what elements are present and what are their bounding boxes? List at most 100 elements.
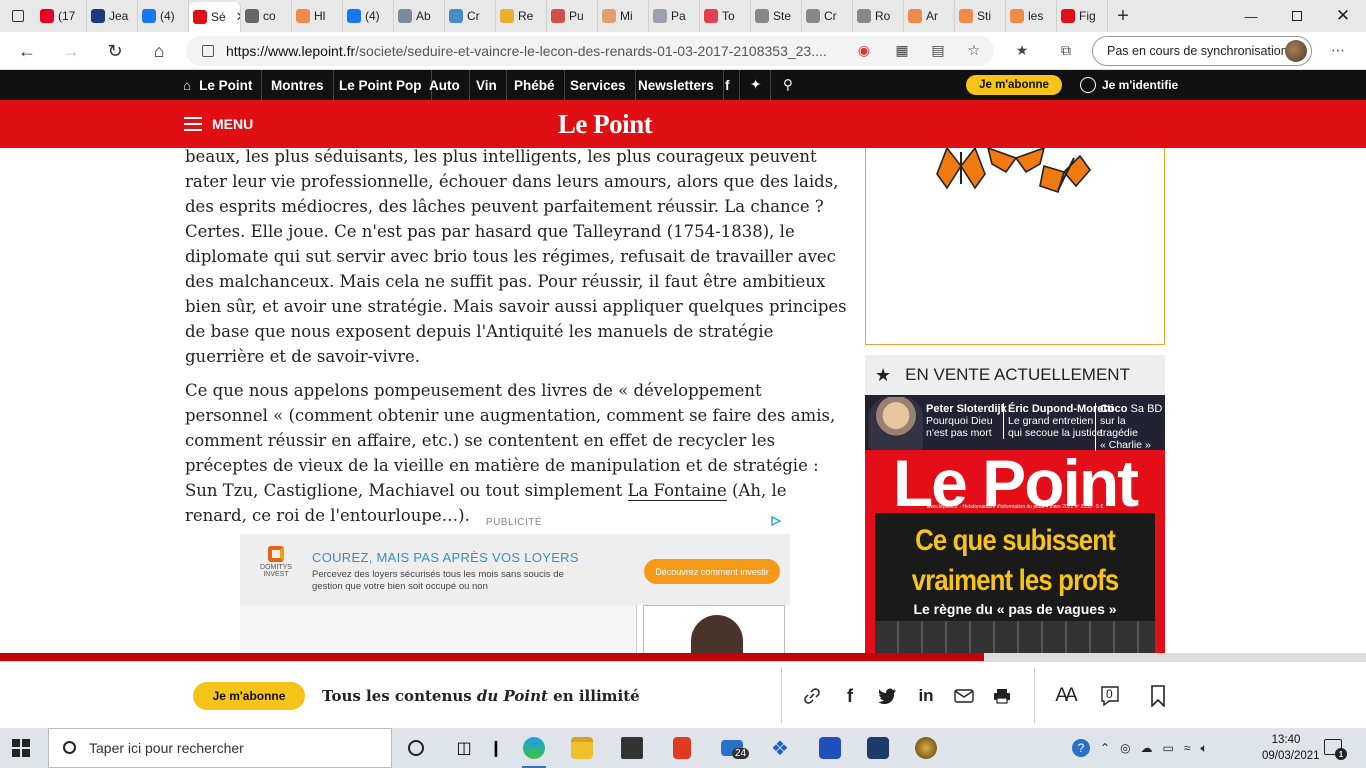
windows-start-icon[interactable] [12, 739, 30, 757]
taskbar-search-field[interactable]: Taper ici pour rechercher [48, 728, 392, 768]
nav-item-newsletters[interactable]: Newsletters [629, 70, 724, 100]
nav-item-vin[interactable]: Vin [467, 70, 507, 100]
onedrive-icon[interactable]: ☁ [1141, 741, 1153, 755]
wifi-icon[interactable]: ≈ [1184, 741, 1191, 755]
favorites-icon[interactable]: ★ [1012, 40, 1032, 60]
browser-tab[interactable]: Ste [751, 0, 802, 32]
sync-profile-button[interactable]: Pas en cours de synchronisation [1092, 36, 1312, 66]
nav-item-phebe[interactable]: Phébé [505, 70, 565, 100]
nav-item-auto[interactable]: Auto [420, 70, 470, 100]
tracking-prevention-icon[interactable]: ◉ [854, 40, 874, 60]
browser-tab[interactable]: (17 [36, 0, 87, 32]
nav-item-le-point-pop[interactable]: Le Point Pop [330, 70, 432, 100]
browser-tab[interactable]: (4) [138, 0, 189, 32]
add-favorite-icon[interactable]: ☆ [964, 40, 984, 60]
reader-view-icon[interactable]: ▤ [928, 40, 948, 60]
adchoices-icon[interactable] [771, 516, 781, 526]
maximize-button[interactable] [1274, 0, 1320, 32]
visual-studio-icon[interactable] [864, 734, 892, 762]
font-size-icon[interactable]: AA [1053, 684, 1077, 708]
battery-icon[interactable]: ▭ [1163, 741, 1174, 755]
email-share-icon[interactable] [952, 684, 976, 708]
print-icon[interactable] [990, 684, 1014, 708]
app-icon[interactable] [816, 734, 844, 762]
volume-icon[interactable]: 🔈︎ [1200, 741, 1207, 756]
minimize-button[interactable]: — [1228, 0, 1274, 32]
bookmark-icon[interactable] [1146, 684, 1170, 708]
browser-tab[interactable]: Sti [955, 0, 1006, 32]
tray-expand-icon[interactable]: ⌃ [1100, 741, 1110, 755]
twitter-icon[interactable]: ✦ [741, 70, 772, 100]
browser-tab[interactable]: To [700, 0, 751, 32]
tab-label: Re [518, 9, 534, 23]
browser-tab[interactable]: Hl [292, 0, 343, 32]
edge-taskbar-icon[interactable] [520, 734, 548, 768]
pen-icon[interactable]: ❙ [482, 734, 510, 762]
browser-tab[interactable]: Ro [853, 0, 904, 32]
cover-lockers-photo [875, 621, 1155, 653]
login-link[interactable]: Je m'identifie [1080, 70, 1178, 100]
close-window-button[interactable]: ✕ [1320, 0, 1366, 32]
nav-item-services[interactable]: Services [561, 70, 636, 100]
browser-tab[interactable]: Sé✕ [189, 2, 241, 32]
forward-button[interactable]: → [58, 38, 84, 64]
la-fontaine-link[interactable]: La Fontaine [627, 481, 727, 501]
nav-item-le-point[interactable]: ⌂ Le Point [174, 70, 263, 100]
wow-icon[interactable] [912, 734, 940, 762]
cortana-icon[interactable] [402, 734, 430, 762]
twitter-share-icon[interactable] [876, 684, 900, 708]
linkedin-share-icon[interactable]: in [914, 684, 938, 708]
reload-button[interactable]: ↻ [102, 38, 128, 64]
browser-tab[interactable]: Ab [394, 0, 445, 32]
back-button[interactable]: ← [14, 38, 40, 64]
settings-more-icon[interactable]: ⋯ [1328, 40, 1348, 60]
subscription-tagline: Tous les contenus du Point en illimité [322, 687, 640, 705]
mail-icon[interactable]: 24 [718, 734, 750, 762]
magazine-cover[interactable]: Peter Sloterdijk Pourquoi Dieu n'est pas m… [865, 395, 1165, 653]
notifications-icon[interactable]: 1 [1324, 739, 1347, 760]
sidebar-ad[interactable] [865, 148, 1165, 345]
browser-tab[interactable]: Cr [445, 0, 496, 32]
browser-tab[interactable]: les [1006, 0, 1057, 32]
site-logo[interactable]: Le Point [0, 100, 1210, 148]
hamburger-icon [184, 117, 202, 131]
browser-tab[interactable]: Pa [649, 0, 700, 32]
browser-tab[interactable]: Ar [904, 0, 955, 32]
browser-tab[interactable]: Jea [87, 0, 138, 32]
facebook-icon[interactable]: f [716, 70, 740, 100]
task-view-icon[interactable]: ◫ [450, 734, 478, 762]
facebook-share-icon[interactable]: f [838, 684, 862, 708]
browser-tab[interactable]: Pu [547, 0, 598, 32]
browser-tab[interactable]: Fig [1057, 0, 1108, 32]
app-available-icon[interactable]: ▦ [892, 40, 912, 60]
file-explorer-icon[interactable] [568, 734, 596, 762]
cover-teasers: Peter Sloterdijk Pourquoi Dieu n'est pas m… [865, 395, 1165, 451]
address-bar-row: ← → ↻ ⌂ https://www.lepoint.fr/societe/s… [0, 32, 1366, 70]
browser-tab[interactable]: co [241, 0, 292, 32]
meet-icon[interactable]: ◎ [1120, 741, 1130, 755]
tab-label: Ar [926, 9, 938, 23]
browser-tab[interactable]: Re [496, 0, 547, 32]
browser-tab[interactable]: Cr [802, 0, 853, 32]
dropbox-icon[interactable]: ❖ [766, 734, 794, 762]
browser-tab[interactable]: (4) [343, 0, 394, 32]
tab-actions-menu[interactable] [0, 0, 36, 32]
subscribe-button-bottom[interactable]: Je m'abonne [193, 682, 305, 710]
menu-button[interactable]: MENU [184, 100, 253, 148]
article-paragraph: beaux, les plus séduisants, les plus int… [185, 148, 847, 366]
home-button[interactable]: ⌂ [146, 38, 172, 64]
ad-cta-button[interactable]: Découvrez comment investir [644, 559, 780, 584]
comments-icon[interactable]: 0 [1098, 684, 1122, 708]
help-icon[interactable]: ? [1072, 739, 1090, 757]
nav-item-montres[interactable]: Montres [262, 70, 334, 100]
copy-link-icon[interactable] [800, 684, 824, 708]
ad-banner[interactable]: DOMITYS INVEST COUREZ, MAIS PAS APRÈS VO… [240, 534, 790, 653]
browser-tab[interactable]: Mi [598, 0, 649, 32]
store-icon[interactable] [618, 734, 646, 762]
office-icon[interactable] [668, 734, 696, 762]
new-tab-button[interactable]: + [1108, 5, 1138, 28]
collections-icon[interactable]: ⧉ [1056, 40, 1076, 60]
search-icon[interactable]: ⚲ [774, 70, 802, 100]
subscribe-button-top[interactable]: Je m'abonne [966, 75, 1062, 95]
taskbar-clock[interactable]: 13:40 09/03/2021 [1262, 732, 1320, 764]
